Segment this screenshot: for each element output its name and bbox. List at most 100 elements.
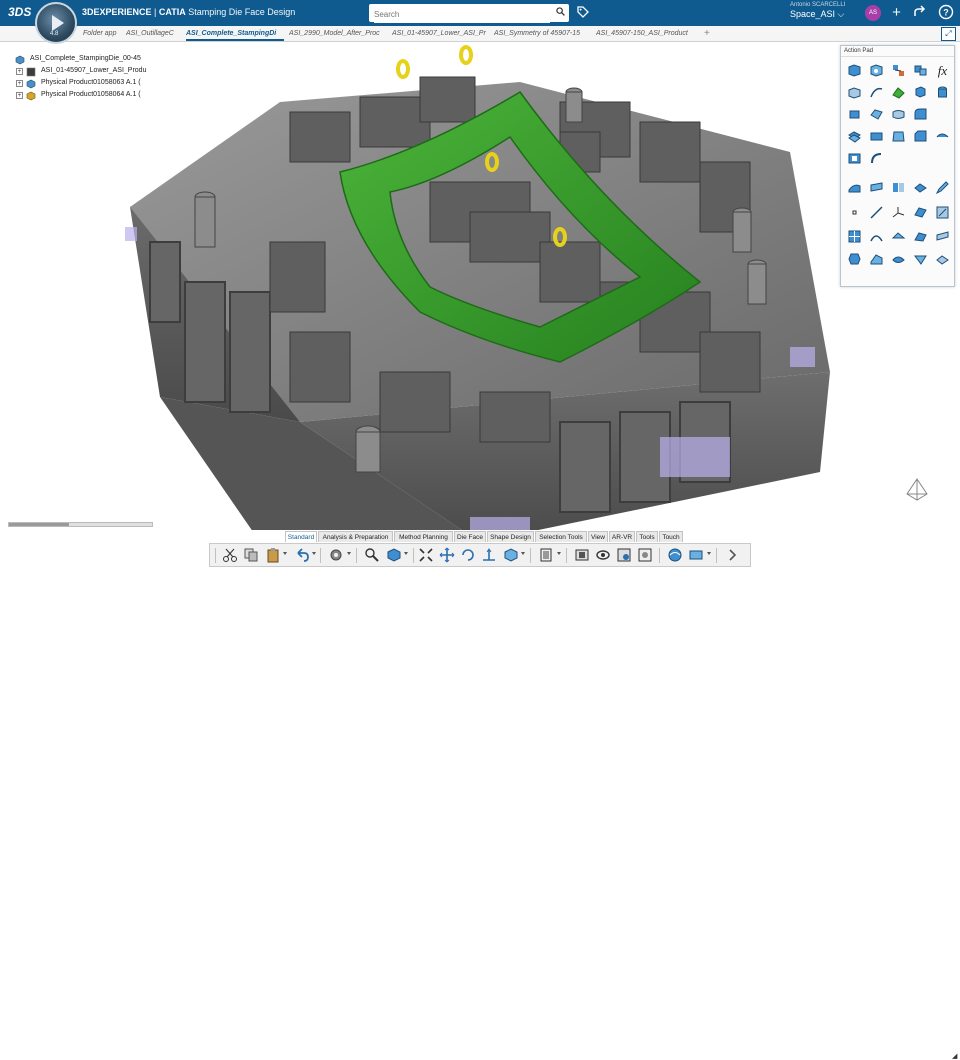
blank-icon[interactable] [847, 252, 862, 267]
scrollbar-thumb[interactable] [9, 523, 69, 526]
paste-dropdown-icon[interactable] [283, 552, 287, 555]
tab-selection-tools[interactable]: Selection Tools [535, 531, 587, 542]
help-icon[interactable]: ? [937, 4, 954, 21]
unfold-icon[interactable] [891, 252, 906, 267]
grid-surface-icon[interactable] [847, 229, 862, 244]
search-box[interactable] [369, 4, 569, 23]
hide-show-icon[interactable] [538, 547, 554, 563]
plus-icon[interactable]: + [888, 4, 905, 21]
capture-icon[interactable] [574, 547, 590, 563]
binder-icon[interactable] [935, 229, 950, 244]
revolve-icon[interactable] [847, 107, 862, 122]
draft-analysis-icon[interactable] [869, 229, 884, 244]
cut-icon[interactable] [222, 547, 238, 563]
tag-icon[interactable] [576, 5, 590, 19]
display-icon[interactable] [667, 547, 683, 563]
shell-icon[interactable] [869, 63, 884, 78]
plane-icon[interactable] [913, 205, 928, 220]
spline-icon[interactable] [869, 85, 884, 100]
section-icon[interactable] [637, 547, 653, 563]
gear-icon[interactable] [328, 547, 344, 563]
paste-icon[interactable] [265, 547, 281, 563]
tab-outillage[interactable]: ASI_OutillageC [126, 26, 182, 41]
line-icon[interactable] [869, 205, 884, 220]
fit-all-icon[interactable] [418, 547, 434, 563]
view-icon[interactable] [595, 547, 611, 563]
chamfer-icon[interactable] [913, 129, 928, 144]
curve-icon[interactable] [869, 151, 884, 166]
copy-icon[interactable] [243, 547, 259, 563]
search-input[interactable] [374, 6, 550, 23]
view-dropdown-icon[interactable] [404, 552, 408, 555]
flange-icon[interactable] [869, 252, 884, 267]
3d-viewport[interactable]: ASI_Complete_StampingDie_00-45 + ASI_01-… [0, 42, 960, 542]
tree-item[interactable]: + Physical Product01058064 A.1 ( [0, 90, 155, 102]
expand-icon[interactable]: + [16, 68, 23, 75]
expand-icon[interactable]: + [16, 80, 23, 87]
tab-ar-vr[interactable]: AR-VR [609, 531, 635, 542]
tree-root[interactable]: ASI_Complete_StampingDie_00-45 [0, 54, 155, 66]
fold-icon[interactable] [913, 252, 928, 267]
cylinder-icon[interactable] [935, 85, 950, 100]
pocket-icon[interactable] [847, 151, 862, 166]
fillet-icon[interactable] [913, 107, 928, 122]
part-icon[interactable] [847, 85, 862, 100]
space-selector[interactable]: Space_ASI ⌵ [790, 9, 845, 20]
tree-structure-icon[interactable] [891, 63, 906, 78]
assembly-icon[interactable] [913, 63, 928, 78]
sweep-icon[interactable] [869, 107, 884, 122]
expand-icon[interactable]: + [16, 92, 23, 99]
tab-touch[interactable]: Touch [659, 531, 683, 542]
tab-standard[interactable]: Standard [285, 531, 317, 542]
tab-symmetry[interactable]: ASI_Symmetry of 45907-15 [494, 26, 591, 41]
split-icon[interactable] [935, 129, 950, 144]
hide-show-dropdown-icon[interactable] [557, 552, 561, 555]
extrude-icon[interactable] [913, 85, 928, 100]
axis-system-icon[interactable] [891, 205, 906, 220]
tab-view[interactable]: View [588, 531, 608, 542]
resize-corner-icon[interactable]: ◢ [952, 1052, 957, 1060]
undo-icon[interactable] [294, 547, 310, 563]
cube-icon[interactable] [386, 547, 402, 563]
morph-icon[interactable] [935, 252, 950, 267]
loft-icon[interactable] [891, 107, 906, 122]
measure-icon[interactable] [503, 547, 519, 563]
tab-lower-asi[interactable]: ASI_01-45907_Lower_ASI_Pr [392, 26, 489, 41]
thicken-icon[interactable] [869, 129, 884, 144]
pan-icon[interactable] [439, 547, 455, 563]
orient-icon[interactable] [481, 547, 497, 563]
tab-folder-app[interactable]: Folder app [83, 26, 125, 41]
more-icon[interactable] [724, 547, 740, 563]
tab-die-face[interactable]: Die Face [454, 531, 486, 542]
tab-analysis-preparation[interactable]: Analysis & Preparation [318, 531, 393, 542]
tab-product[interactable]: ASI_45907-150_ASI_Product [596, 26, 698, 41]
trim-icon[interactable] [869, 180, 884, 195]
tree-item[interactable]: + Physical Product01058063 A.1 ( [0, 78, 155, 90]
draft-icon[interactable] [891, 129, 906, 144]
formula-icon[interactable]: fx [935, 63, 950, 78]
fullscreen-icon[interactable]: ⤢ [941, 27, 956, 41]
share-icon[interactable] [912, 4, 929, 21]
robot-compass-icon[interactable] [902, 474, 932, 504]
measure-dropdown-icon[interactable] [521, 552, 525, 555]
user-info[interactable]: Antonio SCARCELLI Space_ASI ⌵ [790, 2, 845, 20]
rotate-icon[interactable] [460, 547, 476, 563]
display-dropdown-icon[interactable] [707, 552, 711, 555]
addendum-icon[interactable] [913, 229, 928, 244]
pen-icon[interactable] [935, 180, 950, 195]
gear-dropdown-icon[interactable] [347, 552, 351, 555]
add-tab-icon[interactable]: + [704, 26, 710, 41]
join-icon[interactable] [891, 180, 906, 195]
tab-model-after-proc[interactable]: ASI_2990_Model_After_Proc [289, 26, 387, 41]
point-icon[interactable] [847, 205, 862, 220]
lighting-icon[interactable] [688, 547, 704, 563]
tab-tools[interactable]: Tools [636, 531, 658, 542]
surface-icon[interactable] [891, 85, 906, 100]
pad-solid-icon[interactable] [847, 63, 862, 78]
avatar[interactable]: AS [865, 5, 881, 21]
tree-item[interactable]: + ASI_01-45907_Lower_ASI_Produ [0, 66, 155, 78]
tab-method-planning[interactable]: Method Planning [394, 531, 453, 542]
undo-dropdown-icon[interactable] [312, 552, 316, 555]
sketch-icon[interactable] [935, 205, 950, 220]
tree-scrollbar[interactable] [8, 522, 153, 527]
